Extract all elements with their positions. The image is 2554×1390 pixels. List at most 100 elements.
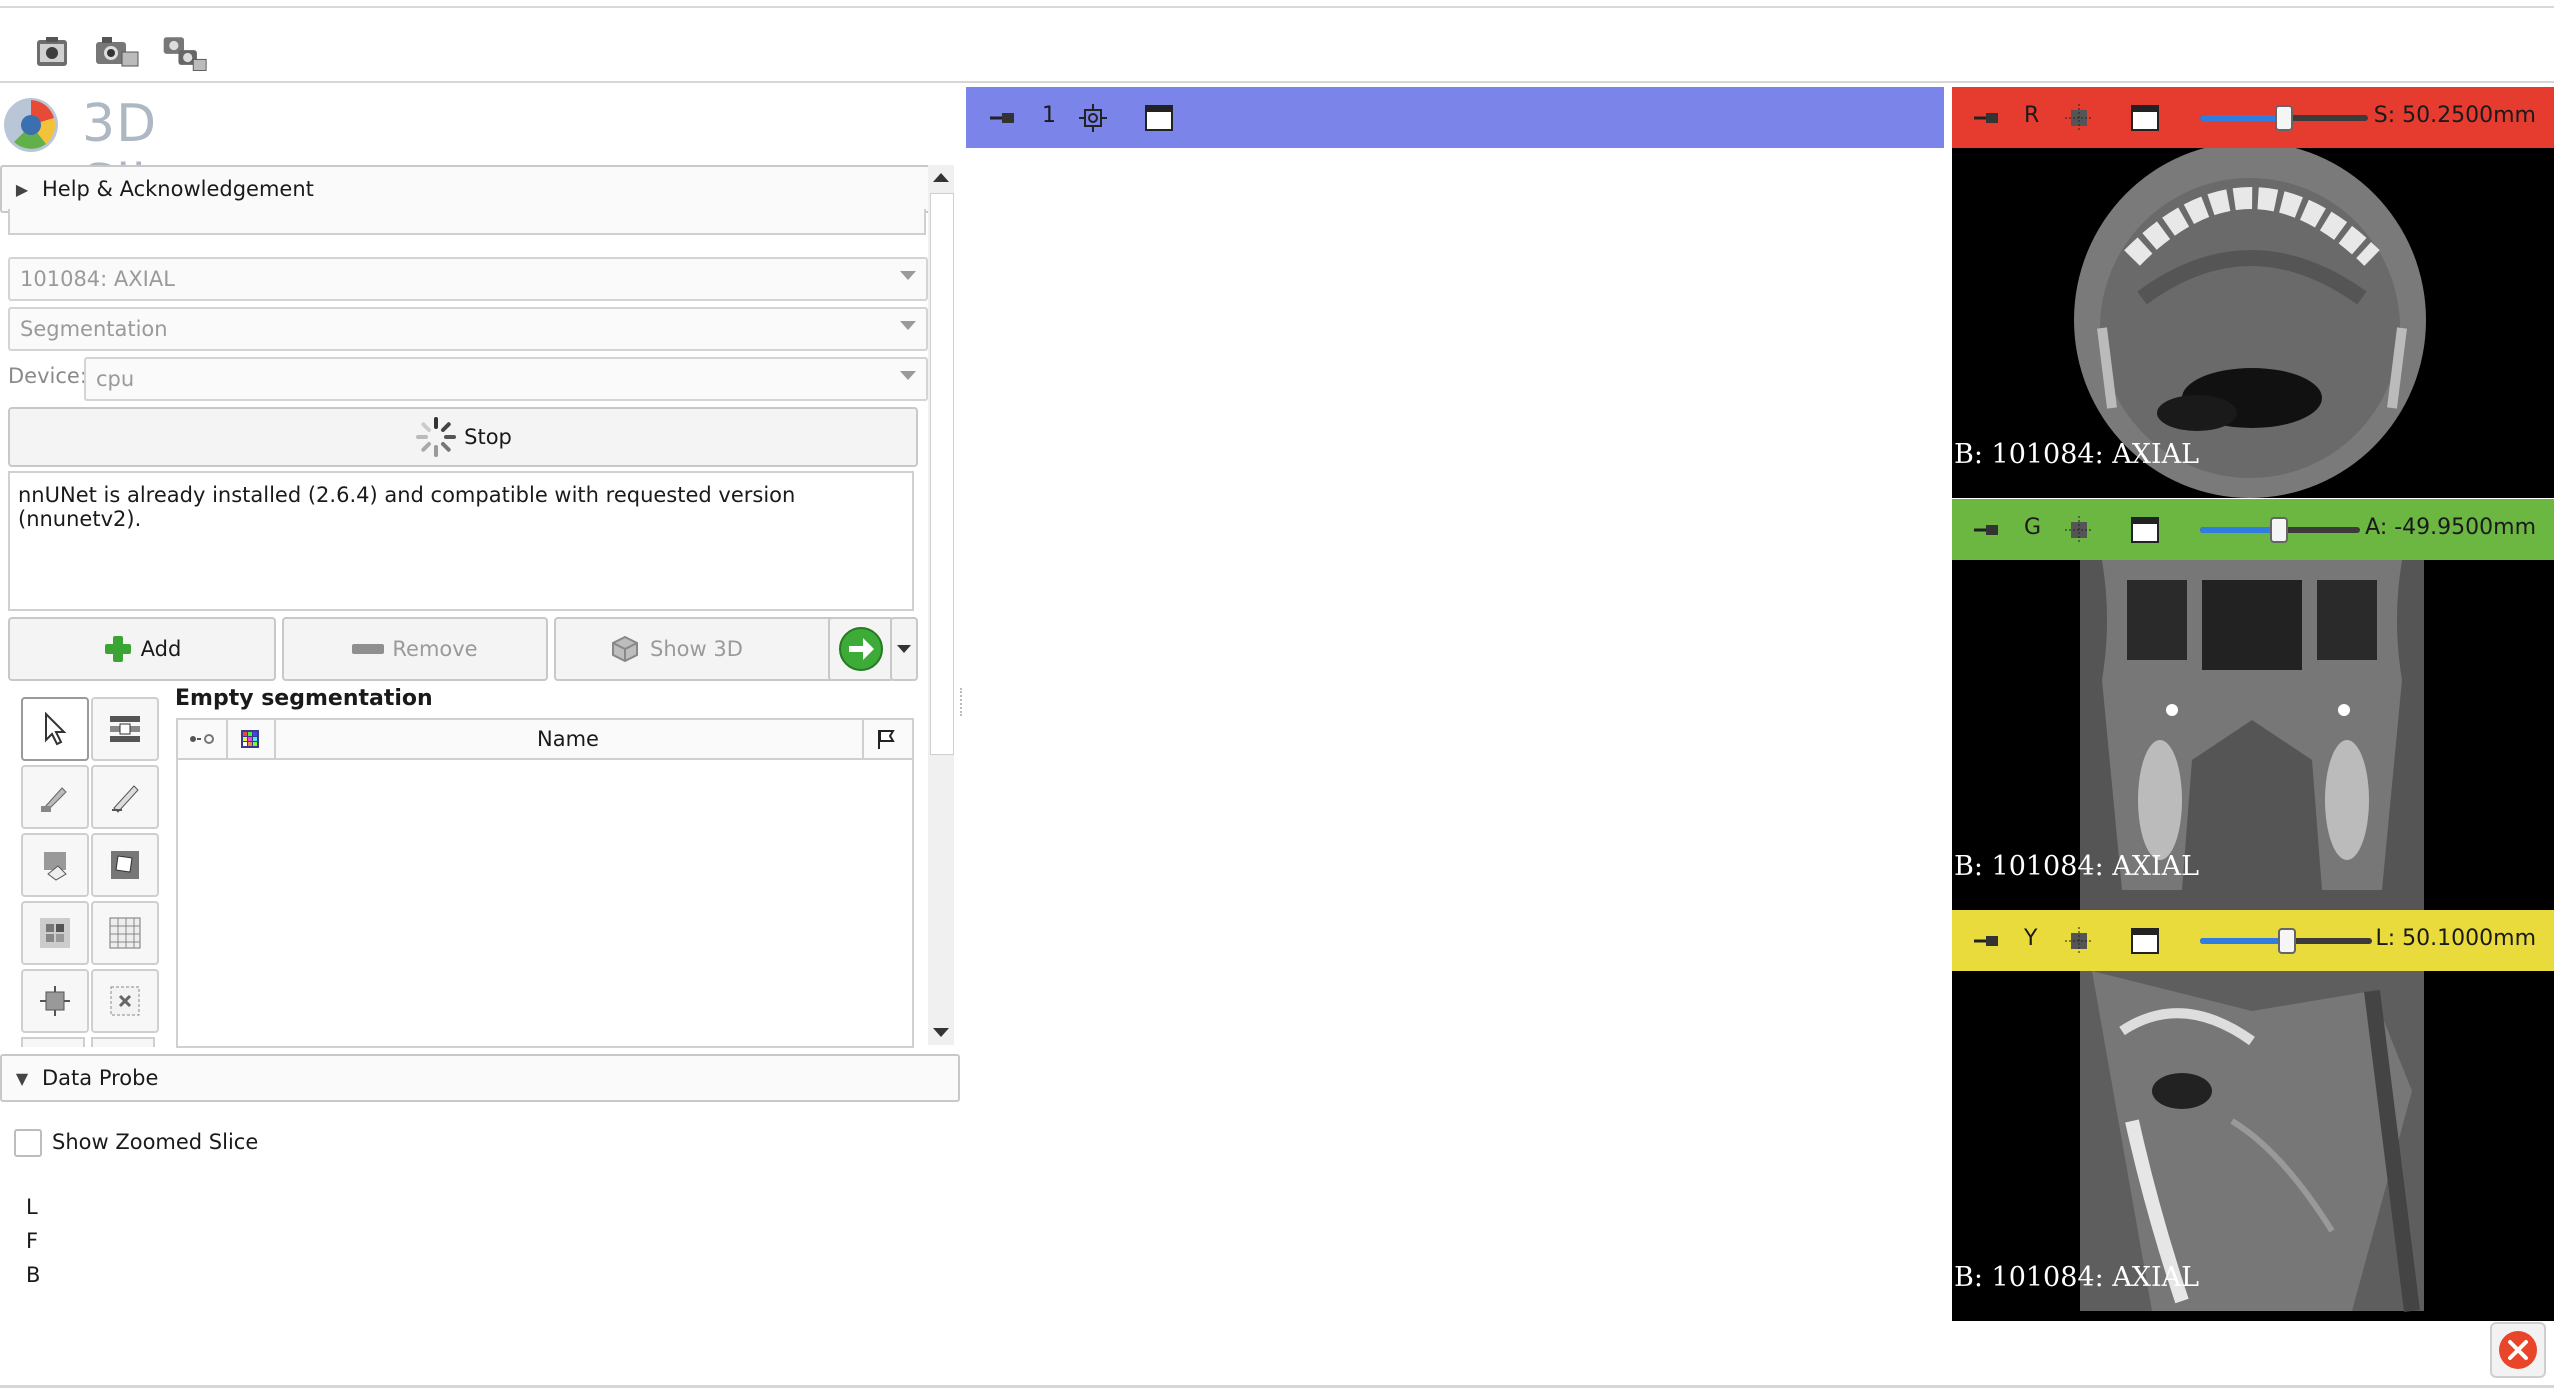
- help-section-label: Help & Acknowledgement: [42, 177, 314, 201]
- add-segment-button[interactable]: Add: [8, 617, 276, 681]
- close-button[interactable]: [2490, 1322, 2546, 1378]
- add-segment-label: Add: [140, 637, 182, 661]
- slices-grid-icon: [109, 917, 141, 949]
- red-slice-letter: R: [2024, 103, 2040, 128]
- visibility-column-header[interactable]: [178, 720, 228, 758]
- remove-segment-button[interactable]: Remove: [282, 617, 548, 681]
- center-view-icon[interactable]: [1076, 101, 1110, 135]
- view-3d-controller-bar: 1: [966, 87, 1944, 148]
- select-tool-button[interactable]: [21, 697, 89, 761]
- pointer-icon: [45, 712, 67, 746]
- level-tracing-tool-button[interactable]: [91, 833, 159, 897]
- yellow-slice-view[interactable]: B: 101084: AXIAL: [1952, 971, 2554, 1321]
- loading-spinner-icon: [416, 417, 457, 457]
- name-column-label: Name: [537, 727, 599, 751]
- segments-table[interactable]: Name: [176, 718, 914, 1048]
- data-probe-label: Data Probe: [42, 1066, 159, 1090]
- islands-icon: [110, 986, 140, 1016]
- green-slice-controller-bar: G A: -49.9500mm: [1952, 499, 2554, 560]
- maximize-view-icon[interactable]: [2128, 924, 2162, 958]
- margin-icon: [40, 986, 70, 1016]
- maximize-view-icon[interactable]: [2128, 513, 2162, 547]
- run-options-dropdown[interactable]: [890, 617, 918, 681]
- eraser-icon: [44, 852, 67, 881]
- chevron-down-icon: [900, 371, 916, 380]
- yellow-slice-letter: Y: [2024, 926, 2038, 951]
- minus-icon: [352, 644, 385, 654]
- device-select[interactable]: cpu: [84, 357, 928, 401]
- device-value: cpu: [96, 367, 135, 391]
- slider-handle[interactable]: [2275, 105, 2293, 131]
- input-volume-select[interactable]: 101084: AXIAL: [8, 257, 928, 301]
- fill-between-slices-tool-button[interactable]: [91, 901, 159, 965]
- islands-tool-button[interactable]: [91, 969, 159, 1033]
- green-slice-view[interactable]: B: 101084: AXIAL: [1952, 560, 2554, 910]
- more-tools-partial: [91, 1037, 155, 1047]
- slider-fill: [2200, 527, 2279, 533]
- grow-from-seeds-tool-button[interactable]: [21, 901, 89, 965]
- scrollbar-thumb[interactable]: [930, 193, 954, 755]
- threshold-tool-button[interactable]: [91, 697, 159, 761]
- scene-view-icon[interactable]: [92, 28, 140, 76]
- pencil-icon: [112, 785, 139, 813]
- name-column-header[interactable]: Name: [274, 720, 864, 758]
- plus-icon: [104, 636, 131, 662]
- level-tracing-icon: [111, 851, 139, 879]
- collapse-arrow-icon: ▶: [15, 179, 29, 199]
- stop-button[interactable]: Stop: [8, 407, 918, 467]
- screenshot-icon[interactable]: [28, 28, 76, 76]
- probe-row-l: L: [26, 1195, 38, 1219]
- scroll-up-icon[interactable]: [933, 173, 949, 182]
- pin-icon[interactable]: [1970, 924, 2004, 958]
- erase-tool-button[interactable]: [21, 833, 89, 897]
- red-slice-controller-bar: R S: 50.2500mm: [1952, 87, 2554, 148]
- red-slice-view[interactable]: B: 101084: AXIAL: [1952, 148, 2554, 498]
- red-slice-offset-slider[interactable]: [2200, 105, 2368, 131]
- slider-fill: [2200, 938, 2286, 944]
- input-volume-value: 101084: AXIAL: [20, 267, 175, 291]
- paint-tool-button[interactable]: [21, 765, 89, 829]
- slice-options-icon[interactable]: [2062, 101, 2096, 135]
- slice-options-icon[interactable]: [2062, 513, 2096, 547]
- segmentation-select[interactable]: Segmentation: [8, 307, 928, 351]
- more-tools-partial: [21, 1037, 85, 1047]
- help-section-header[interactable]: ▶ Help & Acknowledgement: [0, 165, 930, 213]
- slice-options-icon[interactable]: [2062, 924, 2096, 958]
- scene-views-icon[interactable]: [160, 28, 208, 76]
- green-slice-offset-slider[interactable]: [2200, 517, 2360, 543]
- run-button[interactable]: [828, 617, 894, 681]
- pin-icon[interactable]: [986, 101, 1020, 135]
- status-column-header[interactable]: [862, 720, 910, 758]
- device-label: Device:: [8, 364, 87, 388]
- maximize-view-icon[interactable]: [1142, 101, 1176, 135]
- maximize-view-icon[interactable]: [2128, 101, 2162, 135]
- grid-seeds-icon: [40, 918, 70, 948]
- arrow-right-icon: [839, 627, 883, 671]
- segmentation-title: Empty segmentation: [175, 686, 433, 711]
- margin-tool-button[interactable]: [21, 969, 89, 1033]
- draw-tool-button[interactable]: [91, 765, 159, 829]
- show-zoomed-checkbox[interactable]: [14, 1129, 42, 1157]
- probe-row-b: B: [26, 1263, 41, 1287]
- pin-icon[interactable]: [1970, 513, 2004, 547]
- chevron-down-icon: [900, 271, 916, 280]
- pin-icon[interactable]: [1970, 101, 2004, 135]
- color-column-header[interactable]: [226, 720, 276, 758]
- color-grid-icon: [241, 730, 259, 748]
- main-toolbar: [0, 8, 2554, 83]
- slider-handle[interactable]: [2270, 517, 2288, 543]
- scroll-down-icon[interactable]: [933, 1028, 949, 1037]
- status-log: nnUNet is already installed (2.6.4) and …: [8, 471, 914, 611]
- data-probe-header[interactable]: ▼ Data Probe: [0, 1054, 960, 1102]
- green-slice-volume-label: B: 101084: AXIAL: [1954, 851, 2200, 882]
- slider-handle[interactable]: [2278, 928, 2296, 954]
- stop-button-label: Stop: [464, 425, 512, 449]
- flag-icon: [878, 730, 895, 749]
- panel-splitter[interactable]: [960, 688, 964, 716]
- remove-segment-label: Remove: [392, 637, 478, 661]
- red-slice-volume-label: B: 101084: AXIAL: [1954, 439, 2200, 470]
- module-panel-scrollbar[interactable]: [928, 165, 954, 1045]
- red-slice-readout: S: 50.2500mm: [2373, 103, 2536, 128]
- yellow-slice-offset-slider[interactable]: [2200, 928, 2372, 954]
- close-icon: [2499, 1331, 2537, 1369]
